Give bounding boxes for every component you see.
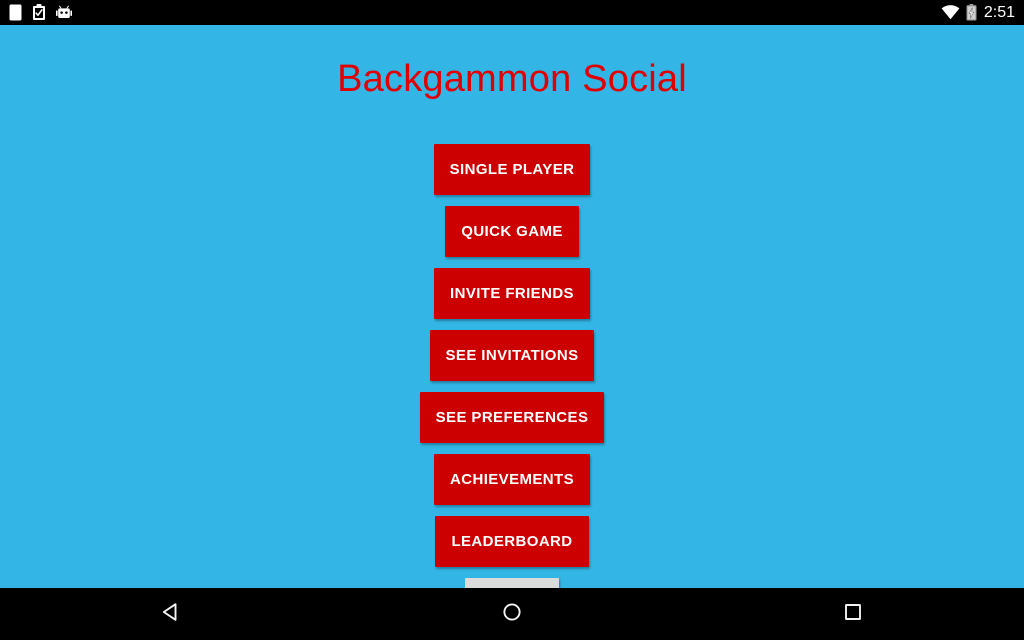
navigation-bar bbox=[0, 588, 1024, 640]
invite-friends-button[interactable]: INVITE FRIENDS bbox=[434, 268, 590, 319]
app-content-area: Backgammon Social SINGLE PLAYER QUICK GA… bbox=[0, 25, 1024, 588]
clipboard-check-icon bbox=[31, 4, 47, 21]
status-bar-left-icons bbox=[9, 0, 72, 25]
partially-visible-button[interactable] bbox=[465, 578, 559, 588]
status-bar-clock: 2:51 bbox=[983, 4, 1015, 21]
see-invitations-button[interactable]: SEE INVITATIONS bbox=[429, 330, 595, 381]
leaderboard-button[interactable]: LEADERBOARD bbox=[435, 516, 589, 567]
recents-square-icon bbox=[841, 600, 865, 629]
status-bar-right-icons: 2:51 bbox=[941, 0, 1015, 25]
nav-back-button[interactable] bbox=[0, 588, 341, 640]
device-screen: 2:51 Backgammon Social SINGLE PLAYER QUI… bbox=[0, 0, 1024, 640]
status-bar: 2:51 bbox=[0, 0, 1024, 25]
achievements-button[interactable]: ACHIEVEMENTS bbox=[434, 454, 590, 505]
page-title: Backgammon Social bbox=[337, 58, 687, 100]
see-preferences-button[interactable]: SEE PREFERENCES bbox=[419, 392, 605, 443]
quick-game-button[interactable]: QUICK GAME bbox=[445, 206, 579, 257]
battery-charging-icon bbox=[966, 4, 977, 21]
back-triangle-icon bbox=[159, 600, 183, 629]
nav-home-button[interactable] bbox=[341, 588, 682, 640]
nav-recents-button[interactable] bbox=[683, 588, 1024, 640]
single-player-button[interactable]: SINGLE PLAYER bbox=[433, 144, 591, 195]
android-robot-icon bbox=[56, 5, 72, 21]
wifi-icon bbox=[941, 5, 960, 20]
sim-card-icon bbox=[9, 4, 22, 21]
home-circle-icon bbox=[500, 600, 524, 629]
main-menu: SINGLE PLAYER QUICK GAME INVITE FRIENDS … bbox=[0, 144, 1024, 588]
